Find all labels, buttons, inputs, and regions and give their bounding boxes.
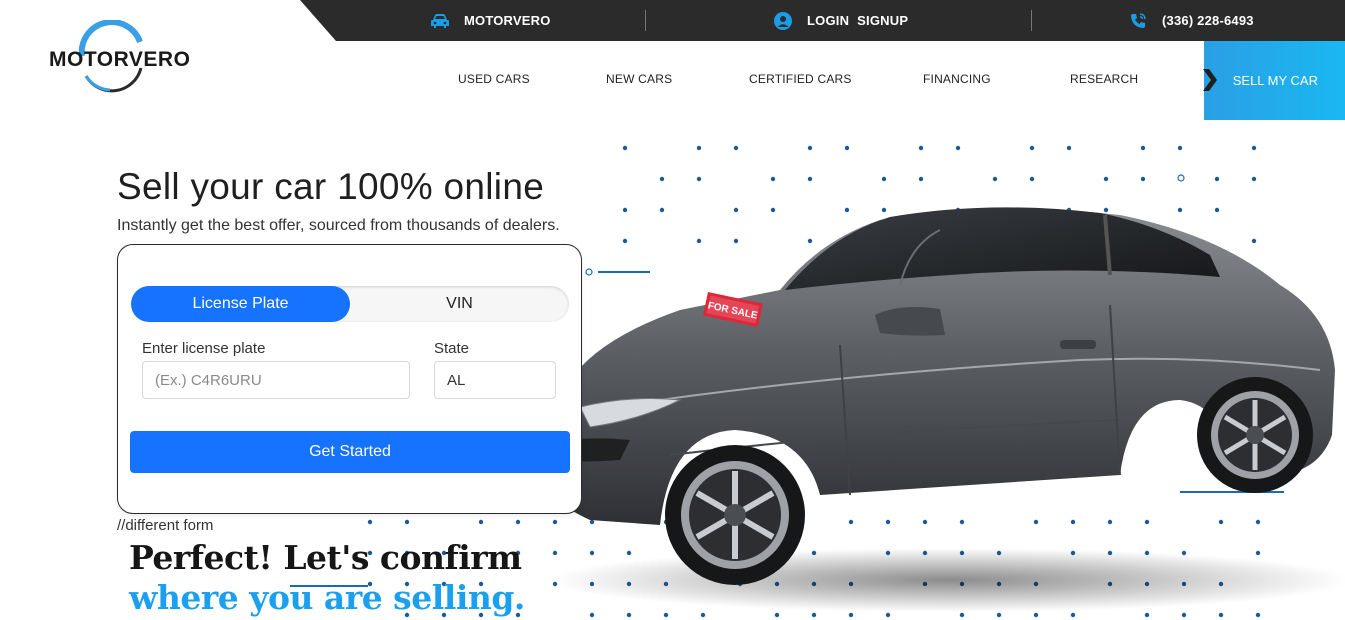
sell-my-car-label: SELL MY CAR bbox=[1232, 73, 1318, 88]
topbar-divider bbox=[1031, 10, 1032, 31]
sell-my-car-button[interactable]: SELL MY CAR bbox=[1204, 41, 1345, 120]
nav-certified-cars[interactable]: CERTIFIED CARS bbox=[749, 72, 852, 86]
topbar-divider bbox=[645, 10, 646, 31]
topbar-brand[interactable]: MOTORVERO bbox=[430, 0, 551, 41]
nav-research[interactable]: RESEARCH bbox=[1070, 72, 1138, 86]
nav-financing[interactable]: FINANCING bbox=[923, 72, 991, 86]
plate-label: Enter license plate bbox=[142, 340, 266, 357]
login-link[interactable]: LOGIN bbox=[807, 13, 849, 28]
phone-icon bbox=[1128, 11, 1148, 31]
state-label: State bbox=[434, 340, 470, 357]
nav-used-cars[interactable]: USED CARS bbox=[458, 72, 530, 86]
car-illustration: FOR SALE bbox=[530, 207, 1345, 612]
sell-car-form: License Plate VIN Enter license plate St… bbox=[117, 244, 582, 514]
hero-subtitle: Instantly get the best offer, sourced fr… bbox=[117, 217, 560, 234]
chevron-right-icon bbox=[1203, 69, 1217, 91]
phone-number: (336) 228-6493 bbox=[1162, 13, 1254, 28]
confirm-heading-line1: Perfect! Let's confirm bbox=[129, 538, 522, 577]
confirm-heading-line2: where you are selling. bbox=[129, 578, 525, 617]
license-plate-input[interactable] bbox=[142, 361, 410, 399]
tab-vin[interactable]: VIN bbox=[350, 286, 569, 322]
topbar-account: LOGIN SIGNUP bbox=[773, 0, 908, 41]
lookup-type-toggle: License Plate VIN bbox=[131, 286, 569, 322]
motorvero-logo[interactable]: MOTORVERO bbox=[46, 18, 196, 104]
user-icon bbox=[773, 11, 793, 31]
topbar-brand-label: MOTORVERO bbox=[464, 13, 551, 28]
signup-link[interactable]: SIGNUP bbox=[857, 13, 908, 28]
hero-title: Sell your car 100% online bbox=[117, 166, 545, 207]
state-select[interactable] bbox=[434, 361, 556, 399]
get-started-button[interactable]: Get Started bbox=[130, 431, 570, 473]
nav-new-cars[interactable]: NEW CARS bbox=[606, 72, 672, 86]
comment-text: //different form bbox=[117, 517, 214, 534]
topbar-phone[interactable]: (336) 228-6493 bbox=[1128, 0, 1254, 41]
car-icon bbox=[430, 11, 450, 31]
logo-text: MOTORVERO bbox=[49, 48, 191, 71]
tab-license-plate[interactable]: License Plate bbox=[131, 286, 350, 322]
